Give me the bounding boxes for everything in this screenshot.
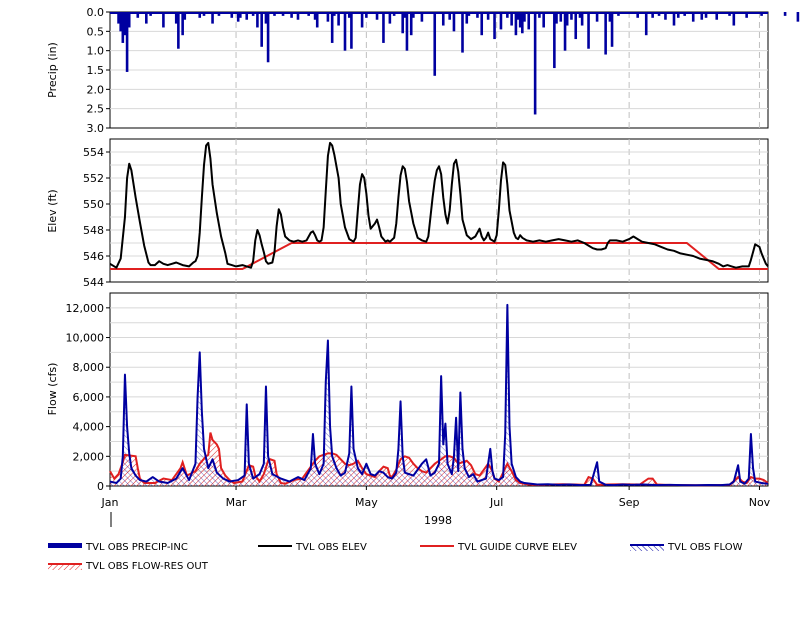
- precip-bar: [644, 12, 648, 36]
- legend-item: TVL OBS ELEV: [258, 542, 367, 553]
- y-tick-label: 6,000: [73, 391, 105, 404]
- precip-bar: [315, 12, 319, 28]
- precip-bar: [162, 12, 165, 28]
- flow-y-label: Flow (cfs): [46, 363, 59, 416]
- y-tick-label: 10,000: [66, 332, 105, 345]
- precip-bar: [343, 12, 347, 51]
- precip-bar: [604, 12, 607, 55]
- precip-bar: [499, 12, 503, 30]
- precip-bar: [382, 12, 385, 43]
- legend-item: TVL OBS FLOW-RES OUT: [48, 561, 209, 572]
- y-tick-label: 546: [83, 250, 104, 263]
- y-tick-label: 2,000: [73, 450, 105, 463]
- precip-bar: [433, 12, 437, 76]
- precip-y-label: Precip (in): [46, 42, 59, 98]
- y-tick-label: 554: [83, 146, 104, 159]
- precip-bar: [580, 12, 584, 26]
- elevation-plot-frame: [109, 138, 769, 283]
- y-tick-label: 3.0: [87, 122, 105, 135]
- y-tick-label: 550: [83, 198, 104, 211]
- precip-bar: [480, 12, 484, 36]
- precip-bar: [441, 12, 445, 26]
- precip-bar: [127, 12, 131, 28]
- y-tick-label: 12,000: [66, 302, 105, 315]
- precip-panel: 0.0 0.5 1.0 1.5 2.0 2.5 3.0 Precip (in): [46, 6, 800, 135]
- precip-bar: [256, 12, 259, 28]
- y-tick-label: 0: [97, 480, 104, 493]
- legend-item: TVL GUIDE CURVE ELEV: [420, 542, 577, 553]
- precip-bar: [452, 12, 456, 32]
- y-tick-label: 1.5: [87, 64, 105, 77]
- precip-bar: [266, 12, 270, 63]
- precip-bar: [565, 12, 569, 26]
- y-tick-label: 0.0: [87, 6, 105, 19]
- precip-bar: [360, 12, 364, 28]
- precip-bar: [177, 12, 180, 49]
- precip-bar: [574, 12, 578, 40]
- x-tick-label: Nov: [749, 496, 771, 509]
- x-tick-label: Jul: [489, 496, 503, 509]
- precip-bar: [260, 12, 263, 47]
- precip-bar: [350, 12, 353, 49]
- precip-bar: [732, 12, 736, 26]
- elevation-y-label: Elev (ft): [46, 189, 59, 232]
- precip-bar: [533, 12, 537, 115]
- hydrograph-chart: 0.0 0.5 1.0 1.5 2.0 2.5 3.0 Precip (in) 544 546…: [46, 6, 800, 572]
- precip-bar: [510, 12, 513, 26]
- precip-bar: [783, 12, 787, 16]
- y-tick-label: 1.0: [87, 45, 105, 58]
- legend-label: TVL OBS FLOW-RES OUT: [85, 561, 209, 572]
- legend-label: TVL GUIDE CURVE ELEV: [457, 542, 577, 553]
- precip-bar: [672, 12, 676, 26]
- precip-bar: [337, 12, 340, 26]
- legend: TVL OBS PRECIP-INC TVL OBS ELEV TVL GUIDE …: [48, 542, 743, 572]
- x-tick-label: Mar: [226, 496, 247, 509]
- legend-label: TVL OBS FLOW: [667, 542, 743, 553]
- x-tick-label: May: [355, 496, 378, 509]
- y-tick-label: 552: [83, 172, 104, 185]
- y-tick-label: 544: [83, 276, 104, 289]
- legend-label: TVL OBS ELEV: [295, 542, 367, 553]
- precip-bar: [461, 12, 464, 53]
- x-tick-label: Jan: [101, 496, 119, 509]
- legend-swatch-bar: [48, 543, 82, 548]
- x-axis-year-label: 1998: [424, 514, 452, 527]
- precip-bar: [542, 12, 545, 28]
- elevation-y-ticks: 544 546 548 550 552 554: [83, 146, 110, 289]
- precip-bar: [587, 12, 590, 49]
- y-tick-label: 548: [83, 224, 104, 237]
- y-tick-label: 0.5: [87, 25, 105, 38]
- legend-item: TVL OBS PRECIP-INC: [48, 542, 188, 553]
- precip-bar: [610, 12, 614, 47]
- y-tick-label: 2.5: [87, 103, 105, 116]
- precip-y-ticks: 0.0 0.5 1.0 1.5 2.0 2.5 3.0: [87, 6, 110, 135]
- precip-bar: [796, 12, 800, 22]
- y-tick-label: 8,000: [73, 361, 105, 374]
- flow-panel: 0 2,000 4,000 6,000 8,000 10,000 12,000 Jan Mar…: [46, 292, 771, 527]
- x-tick-label: Sep: [619, 496, 640, 509]
- elevation-panel: 544 546 548 550 552 554 Elev (ft): [46, 138, 769, 289]
- flow-y-ticks: 0 2,000 4,000 6,000 8,000 10,000 12,000: [66, 302, 110, 493]
- legend-item: TVL OBS FLOW: [630, 542, 743, 553]
- precip-bar: [493, 12, 496, 40]
- legend-label: TVL OBS PRECIP-INC: [85, 542, 188, 553]
- precip-bar: [330, 12, 334, 43]
- precip-bar: [405, 12, 409, 51]
- y-tick-label: 2.0: [87, 83, 105, 96]
- flow-x-ticks: Jan Mar May Jul Sep Nov: [101, 486, 771, 509]
- precip-bar: [527, 12, 531, 30]
- y-tick-label: 4,000: [73, 421, 105, 434]
